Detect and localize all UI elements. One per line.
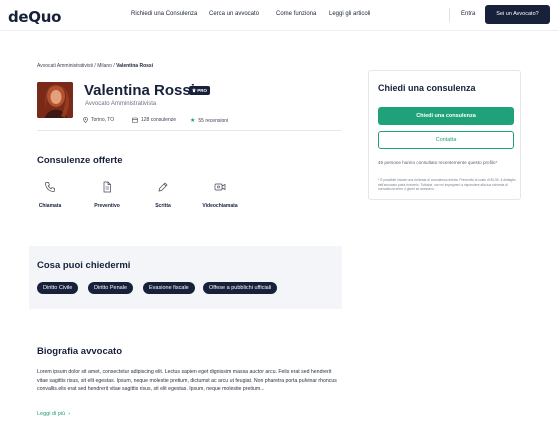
offer-label-chiamata: Chiamata [38, 203, 62, 209]
breadcrumb-current: Valentina Rossi [116, 63, 154, 69]
offer-label-scritta: Scritta [155, 203, 171, 209]
breadcrumb-trail[interactable]: Avvocati Amministrativisti / Milano / [37, 63, 116, 69]
avatar [37, 82, 73, 118]
topic-tag[interactable]: Offese a pubblichi ufficiali [203, 282, 278, 294]
bio-text: Lorem ipsum dolor sit amet, consectetur … [37, 369, 337, 393]
contact-button[interactable]: Contatta [378, 131, 514, 149]
video-camera-icon [214, 183, 226, 191]
phone-icon [45, 182, 55, 192]
card-disclaimer: * È possibile inviare una richiesta di c… [378, 178, 516, 192]
nav-link-cerca-avvocato[interactable]: Cerca un avvocato [209, 11, 259, 17]
card-title: Chiedi una consulenza [378, 83, 476, 93]
top-navigation: deQuo Richiedi una Consulenza Cerca un a… [0, 0, 558, 31]
star-icon: ★ [190, 118, 196, 124]
topic-tag[interactable]: Diritto Civile [37, 282, 79, 294]
document-icon [103, 181, 111, 193]
consultations-count: 128 consulenze [141, 117, 177, 123]
reviews-count[interactable]: 55 recensioni [198, 118, 228, 124]
topics-panel [29, 246, 342, 309]
offers-title: Consulenze offerte [37, 155, 123, 166]
topic-tag[interactable]: Diritto Penale [88, 282, 134, 294]
dequo-logo[interactable]: deQuo [8, 8, 61, 26]
profile-divider [37, 130, 341, 131]
login-link[interactable]: Entra [461, 11, 475, 17]
topic-tag[interactable]: Evasione fiscale [143, 282, 195, 294]
lawyer-signup-button[interactable]: Sei un Avvocato? [485, 5, 550, 24]
nav-link-come-funziona[interactable]: Come funziona [276, 11, 316, 17]
calendar-icon [132, 117, 138, 123]
location-text: Torino, TO [91, 117, 115, 123]
breadcrumb: Avvocati Amministrativisti / Milano / Va… [37, 63, 153, 69]
location-info: Torino, TO [83, 117, 114, 123]
bio-title: Biografia avvocato [37, 346, 122, 357]
profile-views-note: 49 persone hanno consultato recentemente… [378, 160, 498, 165]
nav-divider [449, 8, 450, 22]
lawyer-role: Avvocato Amministrativista [85, 101, 157, 107]
consultations-info: 128 consulenze [132, 117, 176, 123]
pencil-icon [158, 182, 168, 192]
nav-link-leggi-articoli[interactable]: Leggi gli articoli [329, 11, 370, 17]
read-more-link[interactable]: Leggi di più › [37, 411, 70, 417]
topics-title: Cosa puoi chiedermi [37, 260, 131, 271]
location-pin-icon [83, 117, 88, 123]
offer-label-preventivo: Preventivo [94, 203, 120, 209]
offer-label-videochiamata: Videochiamata [202, 203, 238, 209]
pro-badge: ♛ PRO [189, 86, 211, 95]
chevron-right-icon: › [68, 411, 71, 417]
lawyer-name: Valentina Rossi [84, 82, 195, 99]
reviews-info[interactable]: ★ 55 recensioni [190, 117, 228, 125]
request-consultation-button[interactable]: Chiedi una consulenza [378, 107, 514, 125]
nav-link-richiedi-consulenza[interactable]: Richiedi una Consulenza [131, 11, 197, 17]
